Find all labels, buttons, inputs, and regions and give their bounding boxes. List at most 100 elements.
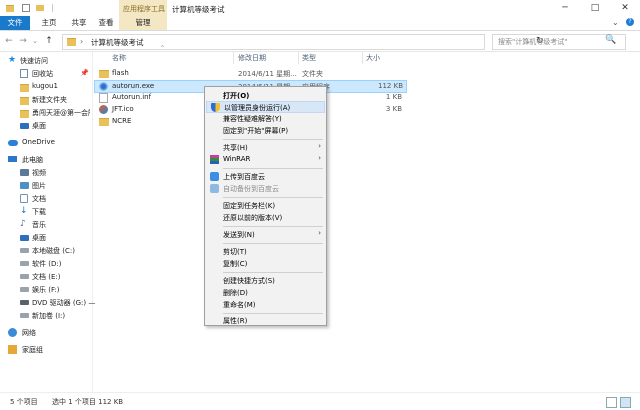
sidebar-item-pictures[interactable]: 图片 [0, 180, 92, 192]
sidebar-item-music[interactable]: ♪ 音乐 [0, 219, 92, 231]
baidu-cloud-icon [210, 184, 219, 193]
help-icon[interactable]: ? [626, 18, 634, 26]
menu-item-upload-baidu[interactable]: 上传到百度云 [205, 171, 326, 182]
menu-item-cut[interactable]: 剪切(T) [205, 246, 326, 257]
submenu-arrow-icon: › [318, 229, 321, 237]
menu-item-open[interactable]: 打开(O) [205, 90, 326, 101]
context-tab-header: 应用程序工具 [119, 0, 167, 16]
tab-share[interactable]: 共享 [64, 16, 94, 30]
video-icon [20, 169, 29, 176]
menu-item-label: 兼容性疑难解答(Y) [223, 115, 282, 123]
sidebar-item-label: 图片 [32, 182, 46, 190]
submenu-arrow-icon: › [318, 142, 321, 150]
sidebar-item-label: OneDrive [22, 138, 55, 146]
folder-icon [20, 110, 29, 118]
menu-item-run-as-admin[interactable]: 以管理员身份运行(A) [206, 101, 325, 113]
drive-icon [20, 274, 29, 279]
column-header-date[interactable]: 修改日期 [238, 53, 266, 63]
details-view-button[interactable] [606, 397, 617, 408]
sidebar-item-quick-access[interactable]: ★ 快速访问 [0, 55, 92, 67]
sidebar-item-label: kugou1 [32, 82, 58, 90]
sidebar-item-drive-f[interactable]: 娱乐 (F:) [0, 284, 92, 296]
back-button[interactable]: ← [4, 35, 14, 47]
menu-item-pin-taskbar[interactable]: 固定到任务栏(K) [205, 200, 326, 211]
sidebar-item-onedrive[interactable]: OneDrive [0, 137, 92, 149]
close-button[interactable]: ✕ [610, 0, 640, 16]
quick-access-separator [52, 4, 53, 12]
sidebar-item-label: DVD 驱动器 (G:) — [32, 299, 96, 307]
sidebar-item-label: 音乐 [32, 221, 46, 229]
sidebar-item-kugou1[interactable]: kugou1 [0, 81, 92, 93]
menu-separator [223, 197, 323, 198]
sidebar-item-drive-d[interactable]: 软件 (D:) [0, 258, 92, 270]
maximize-button[interactable]: □ [580, 0, 610, 16]
selection-info: 选中 1 个项目 112 KB [52, 398, 124, 406]
tab-manage[interactable]: 管理 [119, 16, 167, 30]
sidebar-item-drive-e[interactable]: 文档 (E:) [0, 271, 92, 283]
search-input[interactable]: 搜索"计算机等级考试" 🔍 [492, 34, 626, 50]
breadcrumb[interactable]: 计算机等级考试 [91, 37, 144, 48]
file-row-flash[interactable]: flash 2014/6/11 星期... 文件夹 [95, 68, 405, 80]
sidebar-item-dvd-g[interactable]: DVD 驱动器 (G:) — [0, 297, 96, 309]
menu-item-rename[interactable]: 重命名(M) [205, 299, 326, 310]
new-folder-icon[interactable] [36, 5, 44, 11]
menu-item-send-to[interactable]: 发送到(N) › [205, 229, 326, 240]
folder-icon [20, 84, 29, 92]
tab-file[interactable]: 文件 [0, 16, 30, 30]
column-divider[interactable] [298, 52, 299, 64]
menu-item-copy[interactable]: 复制(C) [205, 258, 326, 269]
documents-icon [20, 194, 28, 203]
column-header-size[interactable]: 大小 [366, 53, 380, 63]
large-icons-view-button[interactable] [620, 397, 631, 408]
menu-separator [223, 272, 323, 273]
sidebar-item-network[interactable]: 网络 [0, 327, 92, 339]
menu-separator [223, 139, 323, 140]
menu-item-winrar[interactable]: WinRAR › [205, 154, 326, 165]
menu-item-properties[interactable]: 属性(R) [205, 315, 326, 326]
menu-item-pin-start[interactable]: 固定到"开始"屏幕(P) [205, 125, 326, 136]
menu-item-restore-versions[interactable]: 还原以前的版本(V) [205, 212, 326, 223]
sidebar-item-drive-i[interactable]: 新加卷 (I:) [0, 310, 92, 322]
winrar-icon [210, 155, 219, 164]
column-header-name[interactable]: 名称 [112, 53, 126, 63]
menu-item-label: 自动备份到百度云 [223, 185, 279, 193]
search-placeholder: 搜索"计算机等级考试" [498, 38, 568, 46]
sidebar-item-homegroup[interactable]: 家庭组 [0, 344, 92, 356]
minimize-button[interactable]: ─ [550, 0, 580, 16]
menu-item-delete[interactable]: 删除(D) [205, 287, 326, 298]
recent-locations-button[interactable]: ⌄ [30, 35, 40, 47]
search-icon[interactable]: 🔍 [605, 35, 616, 45]
column-header-type[interactable]: 类型 [302, 53, 316, 63]
sidebar-item-label: 视频 [32, 169, 46, 177]
address-input[interactable]: › 计算机等级考试 ⌄ ↻ [62, 34, 544, 50]
chevron-down-icon[interactable]: ⌄ [612, 18, 619, 27]
column-divider[interactable] [362, 52, 363, 64]
sidebar-item-videos[interactable]: 视频 [0, 167, 92, 179]
forward-button[interactable]: → [18, 35, 28, 47]
sidebar-item-desktop[interactable]: 桌面 [0, 120, 92, 132]
sidebar-item-this-pc[interactable]: 此电脑 [0, 154, 92, 166]
file-size: 1 KB [385, 93, 402, 101]
menu-item-create-shortcut[interactable]: 创建快捷方式(S) [205, 275, 326, 286]
sidebar-item-new-folder[interactable]: 新建文件夹 [0, 94, 92, 106]
sidebar-item-desktop-pc[interactable]: 桌面 [0, 232, 92, 244]
dvd-icon [20, 300, 29, 305]
context-tab-label: 应用程序工具 [123, 5, 165, 13]
sidebar-item-recycle-bin[interactable]: 回收站 📌 [0, 68, 92, 80]
menu-item-label: WinRAR [223, 155, 251, 163]
sidebar-item-folder[interactable]: 勇闯天涯@第一会所 [0, 107, 92, 119]
properties-icon[interactable] [22, 4, 30, 12]
tab-view[interactable]: 查看 [93, 16, 119, 30]
drive-icon [20, 287, 29, 292]
menu-item-share[interactable]: 共享(H) › [205, 142, 326, 153]
column-divider[interactable] [233, 52, 234, 64]
menu-item-compatibility[interactable]: 兼容性疑难解答(Y) [205, 113, 326, 124]
sidebar-item-drive-c[interactable]: 本地磁盘 (C:) [0, 245, 92, 257]
network-icon [8, 328, 17, 337]
pictures-icon [20, 182, 29, 189]
sidebar-item-documents[interactable]: 文档 [0, 193, 92, 205]
tab-home[interactable]: 主页 [34, 16, 64, 30]
menu-separator [223, 313, 323, 314]
up-button[interactable]: ↑ [44, 35, 54, 47]
sidebar-item-downloads[interactable]: ↓ 下载 [0, 206, 92, 218]
